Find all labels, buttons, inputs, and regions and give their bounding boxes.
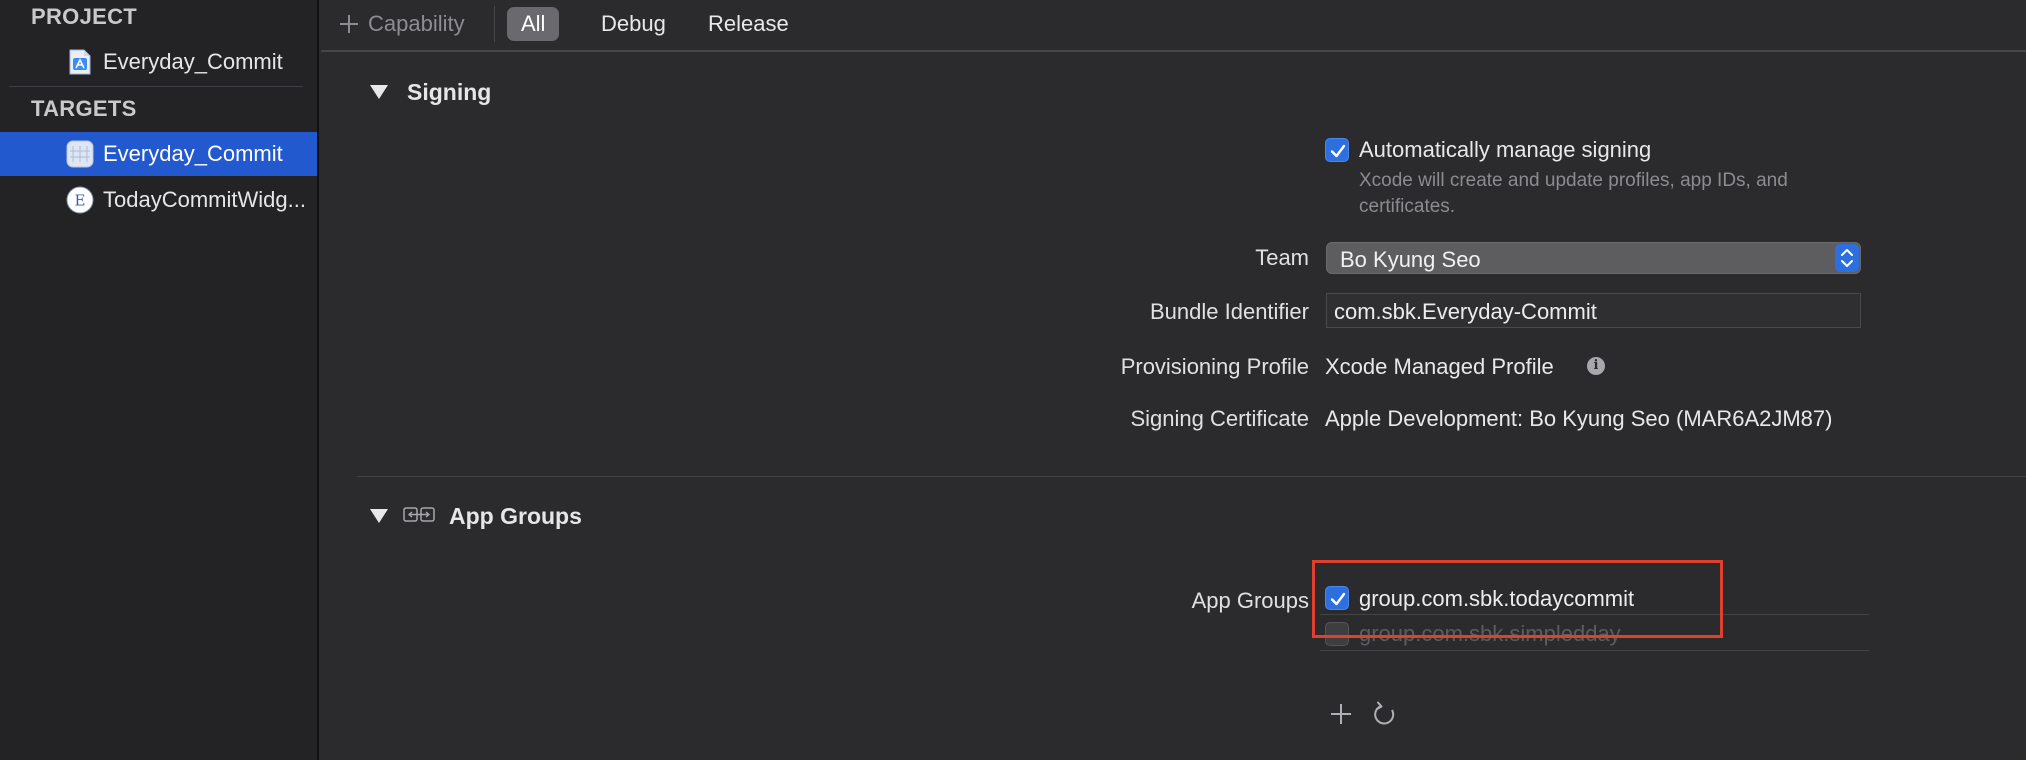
- sidebar-item-target-today-widget[interactable]: E TodayCommitWidg...: [0, 178, 317, 222]
- add-app-group-button[interactable]: [1326, 699, 1356, 729]
- bundle-identifier-label: Bundle Identifier: [1150, 299, 1309, 324]
- signing-disclosure-triangle[interactable]: [370, 85, 388, 99]
- team-value: Bo Kyung Seo: [1340, 247, 1481, 272]
- signing-certificate-label: Signing Certificate: [1130, 406, 1309, 431]
- app-groups-disclosure-triangle[interactable]: [370, 509, 388, 523]
- sidebar-divider: [9, 86, 303, 87]
- auto-manage-signing-hint: Xcode will create and update profiles, a…: [1359, 170, 1788, 217]
- sidebar-item-target-everyday-commit[interactable]: Everyday_Commit: [0, 132, 317, 176]
- team-popup-button[interactable]: Bo Kyung Seo: [1326, 242, 1861, 274]
- checkmark-icon: [1330, 144, 1346, 158]
- chevron-up-down-icon: [1835, 244, 1859, 272]
- app-groups-section-title: App Groups: [449, 503, 582, 529]
- targets-section-header: TARGETS: [31, 96, 137, 121]
- xcode-project-icon: [66, 48, 94, 76]
- filter-debug-button[interactable]: Debug: [587, 7, 680, 41]
- app-target-icon: [66, 140, 94, 168]
- project-navigator-sidebar: PROJECT Everyday_Commit TARGETS Everyday…: [0, 0, 319, 760]
- info-icon[interactable]: i: [1587, 357, 1605, 375]
- auto-manage-signing-checkbox[interactable]: [1325, 138, 1349, 162]
- sidebar-item-label: Everyday_Commit: [103, 141, 283, 166]
- refresh-icon: [1374, 701, 1395, 725]
- capabilities-toolbar: Capability All Debug Release: [321, 0, 2026, 52]
- signing-certificate-value: Apple Development: Bo Kyung Seo (MAR6A2J…: [1325, 406, 1833, 431]
- highlight-annotation-box: [1312, 560, 1723, 638]
- plus-icon: [1331, 704, 1351, 724]
- project-section-header: PROJECT: [31, 4, 138, 29]
- auto-manage-signing-label: Automatically manage signing: [1359, 137, 1652, 162]
- row-divider: [1320, 650, 1869, 651]
- filter-release-button[interactable]: Release: [694, 7, 803, 41]
- refresh-app-groups-button[interactable]: [1370, 699, 1400, 729]
- bundle-identifier-field[interactable]: com.sbk.Everyday-Commit: [1326, 293, 1861, 328]
- signing-section-title: Signing: [407, 79, 492, 105]
- capability-label: Capability: [368, 11, 465, 36]
- plus-icon: [340, 15, 358, 33]
- section-divider: [357, 476, 2026, 477]
- provisioning-profile-value: Xcode Managed Profile: [1325, 354, 1554, 379]
- svg-text:E: E: [75, 192, 86, 210]
- add-capability-button[interactable]: Capability: [338, 9, 465, 39]
- bundle-identifier-value: com.sbk.Everyday-Commit: [1334, 299, 1597, 324]
- filter-all-button[interactable]: All: [507, 7, 560, 41]
- team-label: Team: [1255, 245, 1309, 270]
- extension-target-icon: E: [66, 186, 94, 214]
- sidebar-item-label: Everyday_Commit: [103, 49, 283, 74]
- provisioning-profile-label: Provisioning Profile: [1120, 354, 1309, 379]
- sidebar-item-project[interactable]: Everyday_Commit: [0, 40, 317, 84]
- app-groups-capability-icon: [403, 505, 435, 530]
- app-groups-label: App Groups: [1191, 588, 1309, 613]
- toolbar-separator: [494, 6, 495, 42]
- sidebar-item-label: TodayCommitWidg...: [103, 187, 306, 212]
